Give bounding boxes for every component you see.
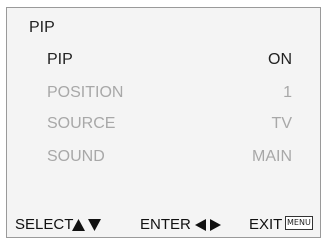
menu-item-sound[interactable]: SOUND MAIN xyxy=(7,148,320,172)
menu-item-value: MAIN xyxy=(252,148,292,165)
menu-title: PIP xyxy=(29,19,55,36)
exit-hint-label: EXIT xyxy=(249,216,283,233)
menu-item-label: SOUND xyxy=(47,148,105,165)
menu-item-pip[interactable]: PIP ON xyxy=(7,51,320,75)
menu-item-position[interactable]: POSITION 1 xyxy=(7,84,320,108)
menu-item-source[interactable]: SOURCE TV xyxy=(7,115,320,139)
menu-item-value: TV xyxy=(271,115,292,132)
menu-item-label: POSITION xyxy=(47,84,124,101)
enter-hint-label: ENTER xyxy=(140,216,191,233)
menu-item-value: ON xyxy=(268,51,292,68)
pip-osd-panel: PIP PIP ON POSITION 1 SOURCE TV SOUND MA… xyxy=(6,7,321,238)
key-hint-bar: SELECT ENTER EXIT MENU xyxy=(15,216,322,236)
menu-key-icon: MENU xyxy=(285,216,313,230)
menu-item-label: SOURCE xyxy=(47,115,116,132)
left-right-arrows-icon xyxy=(194,218,222,232)
menu-item-value: 1 xyxy=(283,84,292,101)
up-down-arrows-icon xyxy=(72,218,102,232)
menu-item-label: PIP xyxy=(47,51,73,68)
select-hint-label: SELECT xyxy=(15,216,74,233)
